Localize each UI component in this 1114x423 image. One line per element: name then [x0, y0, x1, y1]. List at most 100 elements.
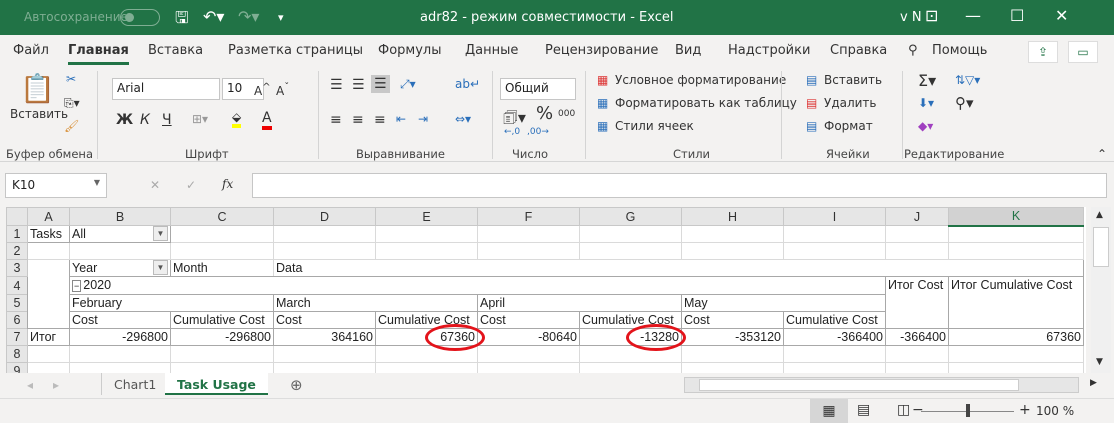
row-header[interactable]: 3 — [6, 259, 28, 277]
clear-icon[interactable]: ◆▾ — [918, 119, 933, 133]
column-header[interactable]: J — [885, 207, 949, 226]
increase-font-icon[interactable]: A^ — [254, 82, 271, 98]
italic-button[interactable]: К — [140, 112, 150, 128]
scroll-right-icon[interactable]: ▶ — [1090, 378, 1097, 388]
format-cells-button[interactable]: Формат — [824, 119, 873, 133]
tab-review[interactable]: Рецензирование — [545, 43, 658, 58]
zoom-out-button[interactable]: − — [912, 402, 924, 418]
align-middle-icon[interactable]: ☰ — [352, 77, 365, 93]
collapse-ribbon-icon[interactable]: ⌃ — [1097, 147, 1107, 161]
cancel-icon[interactable]: ✕ — [150, 178, 160, 192]
column-header[interactable]: B — [69, 207, 171, 226]
column-header[interactable]: E — [375, 207, 478, 226]
paste-button[interactable]: Вставить — [10, 107, 68, 121]
value-cell[interactable]: -296800 — [69, 328, 171, 346]
column-header[interactable]: I — [783, 207, 886, 226]
select-all[interactable] — [6, 207, 28, 226]
bold-button[interactable]: Ж — [116, 112, 133, 128]
sort-filter-icon[interactable]: ⇅▽▾ — [955, 73, 980, 87]
vertical-scrollbar[interactable]: ▲ ▼ — [1091, 207, 1111, 373]
tab-tell-me[interactable]: Помощь — [932, 43, 987, 58]
number-format-select[interactable]: Общий — [500, 78, 576, 100]
underline-button[interactable]: Ч — [162, 112, 172, 128]
user-name[interactable]: v N — [900, 10, 922, 25]
redo-icon[interactable]: ↷▾ — [238, 7, 259, 26]
zoom-in-button[interactable]: + — [1019, 402, 1031, 418]
next-sheet-icon[interactable]: ▸ — [53, 378, 59, 392]
align-top-icon[interactable]: ☰ — [330, 77, 343, 93]
normal-view-icon[interactable]: ▦ — [810, 399, 848, 423]
borders-icon[interactable]: ⊞▾ — [192, 112, 208, 126]
decrease-font-icon[interactable]: Aˇ — [276, 82, 289, 98]
insert-cells-icon[interactable]: ▤ — [806, 73, 817, 87]
page-break-view-icon[interactable]: ◫ — [897, 402, 910, 418]
column-header[interactable]: K — [948, 207, 1084, 227]
format-painter-icon[interactable]: 🖌 — [64, 119, 79, 133]
value-cell[interactable]: -366400 — [885, 328, 949, 346]
column-header[interactable]: D — [273, 207, 376, 226]
insert-cells-button[interactable]: Вставить — [824, 73, 882, 87]
tab-help[interactable]: Справка — [830, 43, 887, 58]
delete-cells-button[interactable]: Удалить — [824, 96, 877, 110]
column-header[interactable]: F — [477, 207, 580, 226]
tab-page-layout[interactable]: Разметка страницы — [228, 43, 363, 58]
sheet-tab-task-usage[interactable]: Task Usage — [165, 373, 268, 395]
ribbon-display-icon[interactable]: ⊡ — [925, 6, 938, 25]
minimize-button[interactable]: — — [965, 6, 981, 25]
value-cell[interactable]: -366400 — [783, 328, 886, 346]
decrease-decimal-icon[interactable]: ,00→ — [527, 127, 549, 137]
tab-home[interactable]: Главная — [68, 43, 129, 65]
scroll-thumb[interactable] — [1093, 227, 1109, 267]
fill-icon[interactable]: ⬇▾ — [918, 96, 934, 110]
merge-center-icon[interactable]: ⇔▾ — [455, 112, 471, 126]
row-header[interactable]: 8 — [6, 345, 28, 363]
row-header[interactable]: 1 — [6, 225, 28, 243]
value-cell[interactable]: -353120 — [681, 328, 784, 346]
cut-icon[interactable]: ✂ — [66, 72, 76, 86]
scroll-up-icon[interactable]: ▲ — [1096, 210, 1103, 220]
horizontal-scroll-thumb[interactable] — [699, 379, 1019, 391]
fill-color-icon[interactable]: ⬙ — [232, 110, 242, 128]
thousands-icon[interactable]: 000 — [558, 109, 575, 119]
column-header[interactable]: H — [681, 207, 784, 226]
tab-addins[interactable]: Надстройки — [728, 43, 810, 58]
column-header[interactable]: A — [27, 207, 70, 226]
conditional-format-icon[interactable]: ▦ — [597, 73, 608, 87]
orientation-icon[interactable]: ⤢▾ — [400, 77, 416, 92]
tab-view[interactable]: Вид — [675, 43, 701, 58]
enter-icon[interactable]: ✓ — [186, 178, 196, 192]
spreadsheet-grid[interactable]: A B C D E F G H I J K 1 Tasks ▼ All 2 3 ▼… — [6, 207, 1086, 373]
save-icon[interactable]: 🖫 — [175, 7, 189, 34]
add-sheet-icon[interactable]: ⊕ — [290, 376, 303, 394]
filter-dropdown-icon[interactable]: ▼ — [153, 226, 168, 241]
percent-icon[interactable]: % — [536, 103, 553, 124]
year-dropdown-icon[interactable]: ▼ — [153, 260, 168, 275]
undo-icon[interactable]: ↶▾ — [203, 7, 224, 26]
tab-insert[interactable]: Вставка — [148, 43, 203, 58]
align-right-icon[interactable]: ≡ — [374, 112, 386, 128]
wrap-text-icon[interactable]: ab↵ — [455, 77, 480, 91]
autosave-toggle[interactable] — [120, 9, 160, 26]
zoom-level[interactable]: 100 % — [1036, 404, 1074, 418]
increase-indent-icon[interactable]: ⇥ — [418, 112, 428, 126]
column-header[interactable]: G — [579, 207, 682, 226]
scroll-down-icon[interactable]: ▼ — [1096, 357, 1103, 367]
decrease-indent-icon[interactable]: ⇤ — [396, 112, 406, 126]
row-header[interactable]: 5 — [6, 294, 28, 312]
tab-file[interactable]: Файл — [13, 43, 49, 58]
comments-button[interactable]: ▭ — [1068, 41, 1098, 63]
tab-formulas[interactable]: Формулы — [378, 43, 441, 58]
year-field-cell[interactable]: ▼ Year — [69, 259, 171, 277]
value-cell[interactable]: -296800 — [170, 328, 274, 346]
formula-input[interactable] — [252, 173, 1107, 198]
format-cells-icon[interactable]: ▤ — [806, 119, 817, 133]
prev-sheet-icon[interactable]: ◂ — [27, 378, 33, 392]
column-header[interactable]: C — [170, 207, 274, 226]
collapse-icon[interactable]: − — [72, 280, 82, 292]
format-as-table-button[interactable]: Форматировать как таблицу — [615, 96, 797, 110]
row-header[interactable]: 6 — [6, 311, 28, 329]
row-header[interactable]: 2 — [6, 242, 28, 260]
find-icon[interactable]: ⚲▾ — [955, 94, 974, 112]
copy-icon[interactable]: ⎘▾ — [64, 96, 80, 111]
maximize-button[interactable]: ☐ — [1010, 6, 1024, 25]
